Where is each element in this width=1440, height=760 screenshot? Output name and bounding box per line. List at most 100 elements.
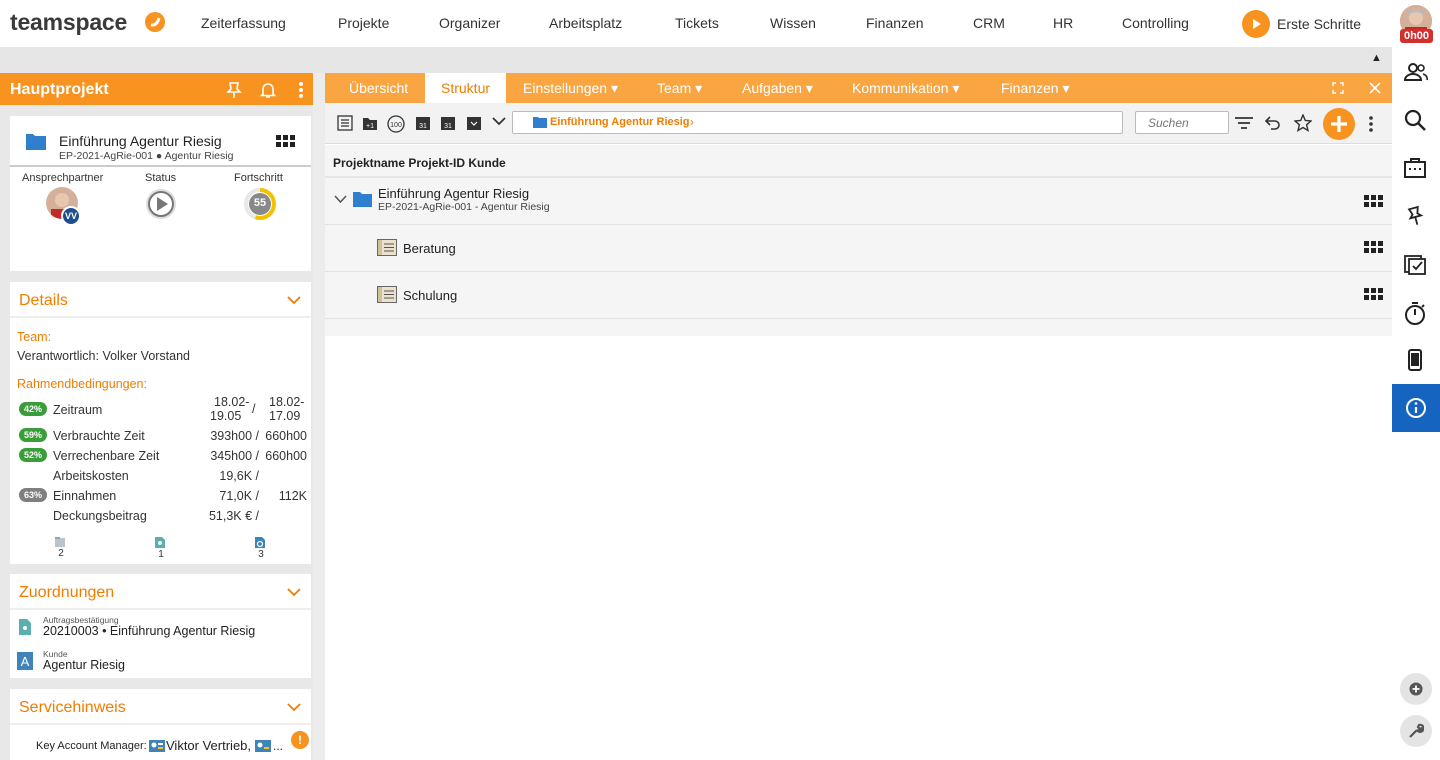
breadcrumb-item[interactable]: Einführung Agentur Riesig (550, 116, 690, 128)
chevron-down-icon[interactable] (287, 296, 301, 305)
filter-icon[interactable] (1235, 116, 1253, 130)
tab-einstellungen[interactable]: Einstellungen ▾ (523, 80, 618, 97)
nav-zeiterfassung[interactable]: Zeiterfassung (201, 15, 286, 31)
mobile-phone-icon[interactable] (1404, 349, 1426, 371)
tasks-icon[interactable] (1404, 253, 1426, 275)
count-value: 1 (158, 549, 164, 560)
list-view-icon[interactable] (337, 115, 353, 131)
tab-finanzen[interactable]: Finanzen ▾ (1001, 80, 1070, 97)
assignment-value[interactable]: 20210003 • Einführung Agentur Riesig (43, 624, 255, 638)
calendar-start-icon[interactable]: 31 (415, 115, 431, 131)
tab-team[interactable]: Team ▾ (657, 80, 702, 97)
service-line-value[interactable]: Viktor Vertrieb, (166, 738, 251, 753)
nav-hr[interactable]: HR (1053, 15, 1073, 31)
nav-finanzen[interactable]: Finanzen (866, 15, 924, 31)
table-row[interactable]: Beratung (325, 225, 1392, 272)
project-card: Einführung Agentur Riesig EP-2021-AgRie-… (10, 116, 311, 271)
tab-aufgaben[interactable]: Aufgaben ▾ (742, 80, 813, 97)
percent-100-icon[interactable]: 100 (387, 115, 405, 133)
detail-row-zeitraum: 42% Zeitraum 18.02- 19.05 / 18.02- 17.09 (19, 395, 307, 425)
percent-badge: 52% (19, 448, 47, 462)
expand-chevron-icon[interactable] (334, 195, 347, 204)
close-icon[interactable] (1369, 82, 1381, 94)
add-subfolder-icon[interactable]: +1 (362, 115, 378, 131)
contact-initials-badge: VV (61, 206, 81, 226)
contacts-icon[interactable] (1404, 61, 1428, 83)
calendar-plan-icon[interactable] (466, 115, 482, 131)
assignment-value[interactable]: Agentur Riesig (43, 658, 125, 672)
more-vertical-icon[interactable] (1368, 115, 1374, 133)
calendar-end-icon[interactable]: 31 (440, 115, 456, 131)
row-label: Verbrauchte Zeit (53, 429, 145, 443)
search-icon[interactable] (1404, 109, 1426, 131)
row-value-start-end: 19.05 (210, 409, 242, 423)
grid-menu-icon[interactable] (276, 135, 295, 147)
detail-row-einnahmen: 63% Einnahmen 71,0K / 112K (19, 487, 307, 507)
team-label: Team: (17, 330, 52, 344)
details-title[interactable]: Details (19, 292, 68, 310)
search-input[interactable]: Suchen (1135, 111, 1229, 134)
collapse-up-icon[interactable]: ▲ (1371, 52, 1382, 64)
grid-menu-icon[interactable] (1364, 195, 1383, 207)
row-label: Deckungsbeitrag (53, 509, 147, 523)
plus-circle-icon (1409, 682, 1423, 696)
nav-controlling[interactable]: Controlling (1122, 15, 1189, 31)
row-value-plan: 660h00 (265, 429, 307, 443)
document-count-1[interactable]: 2 (54, 536, 68, 559)
service-title[interactable]: Servicehinweis (19, 699, 126, 717)
chevron-down-icon[interactable] (287, 588, 301, 597)
status-label: Status (145, 172, 177, 184)
pin-icon[interactable] (1404, 205, 1426, 227)
breadcrumb[interactable]: Einführung Agentur Riesig › (512, 111, 1123, 134)
nav-wissen[interactable]: Wissen (770, 15, 816, 31)
add-button[interactable] (1323, 108, 1355, 140)
document-count-2[interactable]: 1 (154, 536, 168, 560)
pin-icon[interactable] (226, 81, 242, 99)
nav-tickets[interactable]: Tickets (675, 15, 719, 31)
chevron-down-icon[interactable] (492, 117, 506, 126)
left-panel-scrollbar[interactable] (313, 73, 325, 760)
row-value-plan: 112K (278, 489, 307, 503)
count-value: 3 (258, 549, 264, 560)
row-title: Schulung (403, 288, 458, 303)
star-icon[interactable] (1294, 114, 1312, 132)
stopwatch-icon[interactable] (1404, 301, 1426, 325)
fullscreen-icon[interactable] (1332, 82, 1344, 94)
settings-button[interactable] (1400, 715, 1432, 747)
more-vertical-icon[interactable] (298, 81, 304, 99)
detail-row-verbrauchte-zeit: 59% Verbrauchte Zeit 393h00 / 660h00 (19, 427, 307, 447)
status-play-icon[interactable] (145, 188, 177, 220)
nav-arbeitsplatz[interactable]: Arbeitsplatz (549, 15, 622, 31)
time-tracker-badge[interactable]: 0h00 (1400, 29, 1433, 43)
project-name[interactable]: Einführung Agentur Riesig (59, 133, 222, 149)
teamspace-logo[interactable]: teamspace (10, 9, 127, 36)
table-footer (325, 319, 1392, 336)
table-header: Projektname Projekt-ID Kunde (325, 145, 1392, 178)
info-icon (1405, 397, 1427, 419)
nav-crm[interactable]: CRM (973, 15, 1005, 31)
grid-menu-icon[interactable] (1364, 241, 1383, 253)
percent-badge: 42% (19, 402, 47, 416)
table-row[interactable]: Schulung (325, 272, 1392, 319)
bell-icon[interactable] (259, 81, 277, 99)
tab-kommunikation[interactable]: Kommunikation ▾ (852, 80, 959, 97)
table-row[interactable]: Einführung Agentur Riesig EP-2021-AgRie-… (325, 178, 1392, 225)
erste-schritte-button[interactable]: Erste Schritte (1242, 10, 1361, 38)
add-widget-button[interactable] (1400, 673, 1432, 705)
tab-struktur[interactable]: Struktur (441, 80, 490, 96)
nav-organizer[interactable]: Organizer (439, 15, 500, 31)
row-separator: / (252, 402, 256, 416)
document-count-3[interactable]: 3 (254, 536, 268, 560)
row-value-actual: 51,3K € / (208, 509, 259, 523)
info-panel-button[interactable] (1392, 384, 1440, 432)
customer-icon: A (17, 652, 33, 670)
wrench-icon (1409, 723, 1424, 738)
assignments-title[interactable]: Zuordnungen (19, 584, 114, 602)
nav-projekte[interactable]: Projekte (338, 15, 389, 31)
undo-icon[interactable] (1265, 115, 1281, 131)
chevron-down-icon[interactable] (287, 703, 301, 712)
tab-uebersicht[interactable]: Übersicht (349, 80, 408, 96)
project-bag-icon[interactable] (1404, 157, 1426, 179)
table-header-label[interactable]: Projektname Projekt-ID Kunde (333, 156, 506, 170)
grid-menu-icon[interactable] (1364, 288, 1383, 300)
